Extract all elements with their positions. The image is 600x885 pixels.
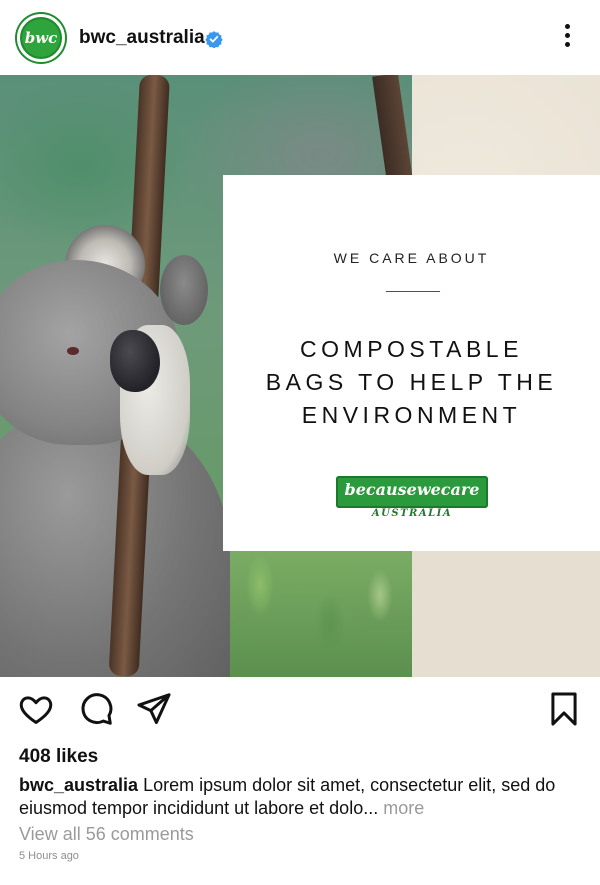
bookmark-icon[interactable] [545,690,583,728]
view-comments-link[interactable]: View all 56 comments [19,824,194,845]
card-divider [386,291,440,292]
verified-badge-icon [205,31,223,48]
post-timestamp: 5 Hours ago [19,850,79,862]
action-bar [0,690,600,734]
post-caption: bwc_australia Lorem ipsum dolor sit amet… [19,774,579,820]
message-card: WE CARE ABOUT COMPOSTABLE BAGS TO HELP T… [223,175,600,551]
post-image[interactable]: WE CARE ABOUT COMPOSTABLE BAGS TO HELP T… [0,75,600,677]
avatar-logo: bwc [22,19,60,57]
likes-count[interactable]: 408 likes [19,746,98,768]
koala-eye [67,347,79,355]
koala-paw [160,255,208,325]
headline-line: BAGS TO HELP THE [265,369,558,395]
koala-nose [110,330,160,392]
headline-line: ENVIRONMENT [301,402,522,428]
card-eyebrow: WE CARE ABOUT [333,250,490,266]
more-options-icon[interactable] [558,24,576,52]
comment-icon[interactable] [77,690,115,728]
brand-logo: becausewecare AUSTRALIA [336,474,488,522]
avatar[interactable]: bwc [17,14,65,62]
logo-wordmark: becausewecare [344,480,480,499]
heart-icon[interactable] [17,690,55,728]
headline-line: COMPOSTABLE [300,336,523,362]
card-headline: COMPOSTABLE BAGS TO HELP THE ENVIRONMENT [223,333,600,432]
post-header: bwc bwc_australia [0,0,600,75]
send-icon[interactable] [135,690,173,728]
caption-username[interactable]: bwc_australia [19,775,138,795]
logo-subtitle: AUSTRALIA [371,508,453,519]
caption-more-link[interactable]: more [383,798,424,818]
username[interactable]: bwc_australia [79,27,205,49]
